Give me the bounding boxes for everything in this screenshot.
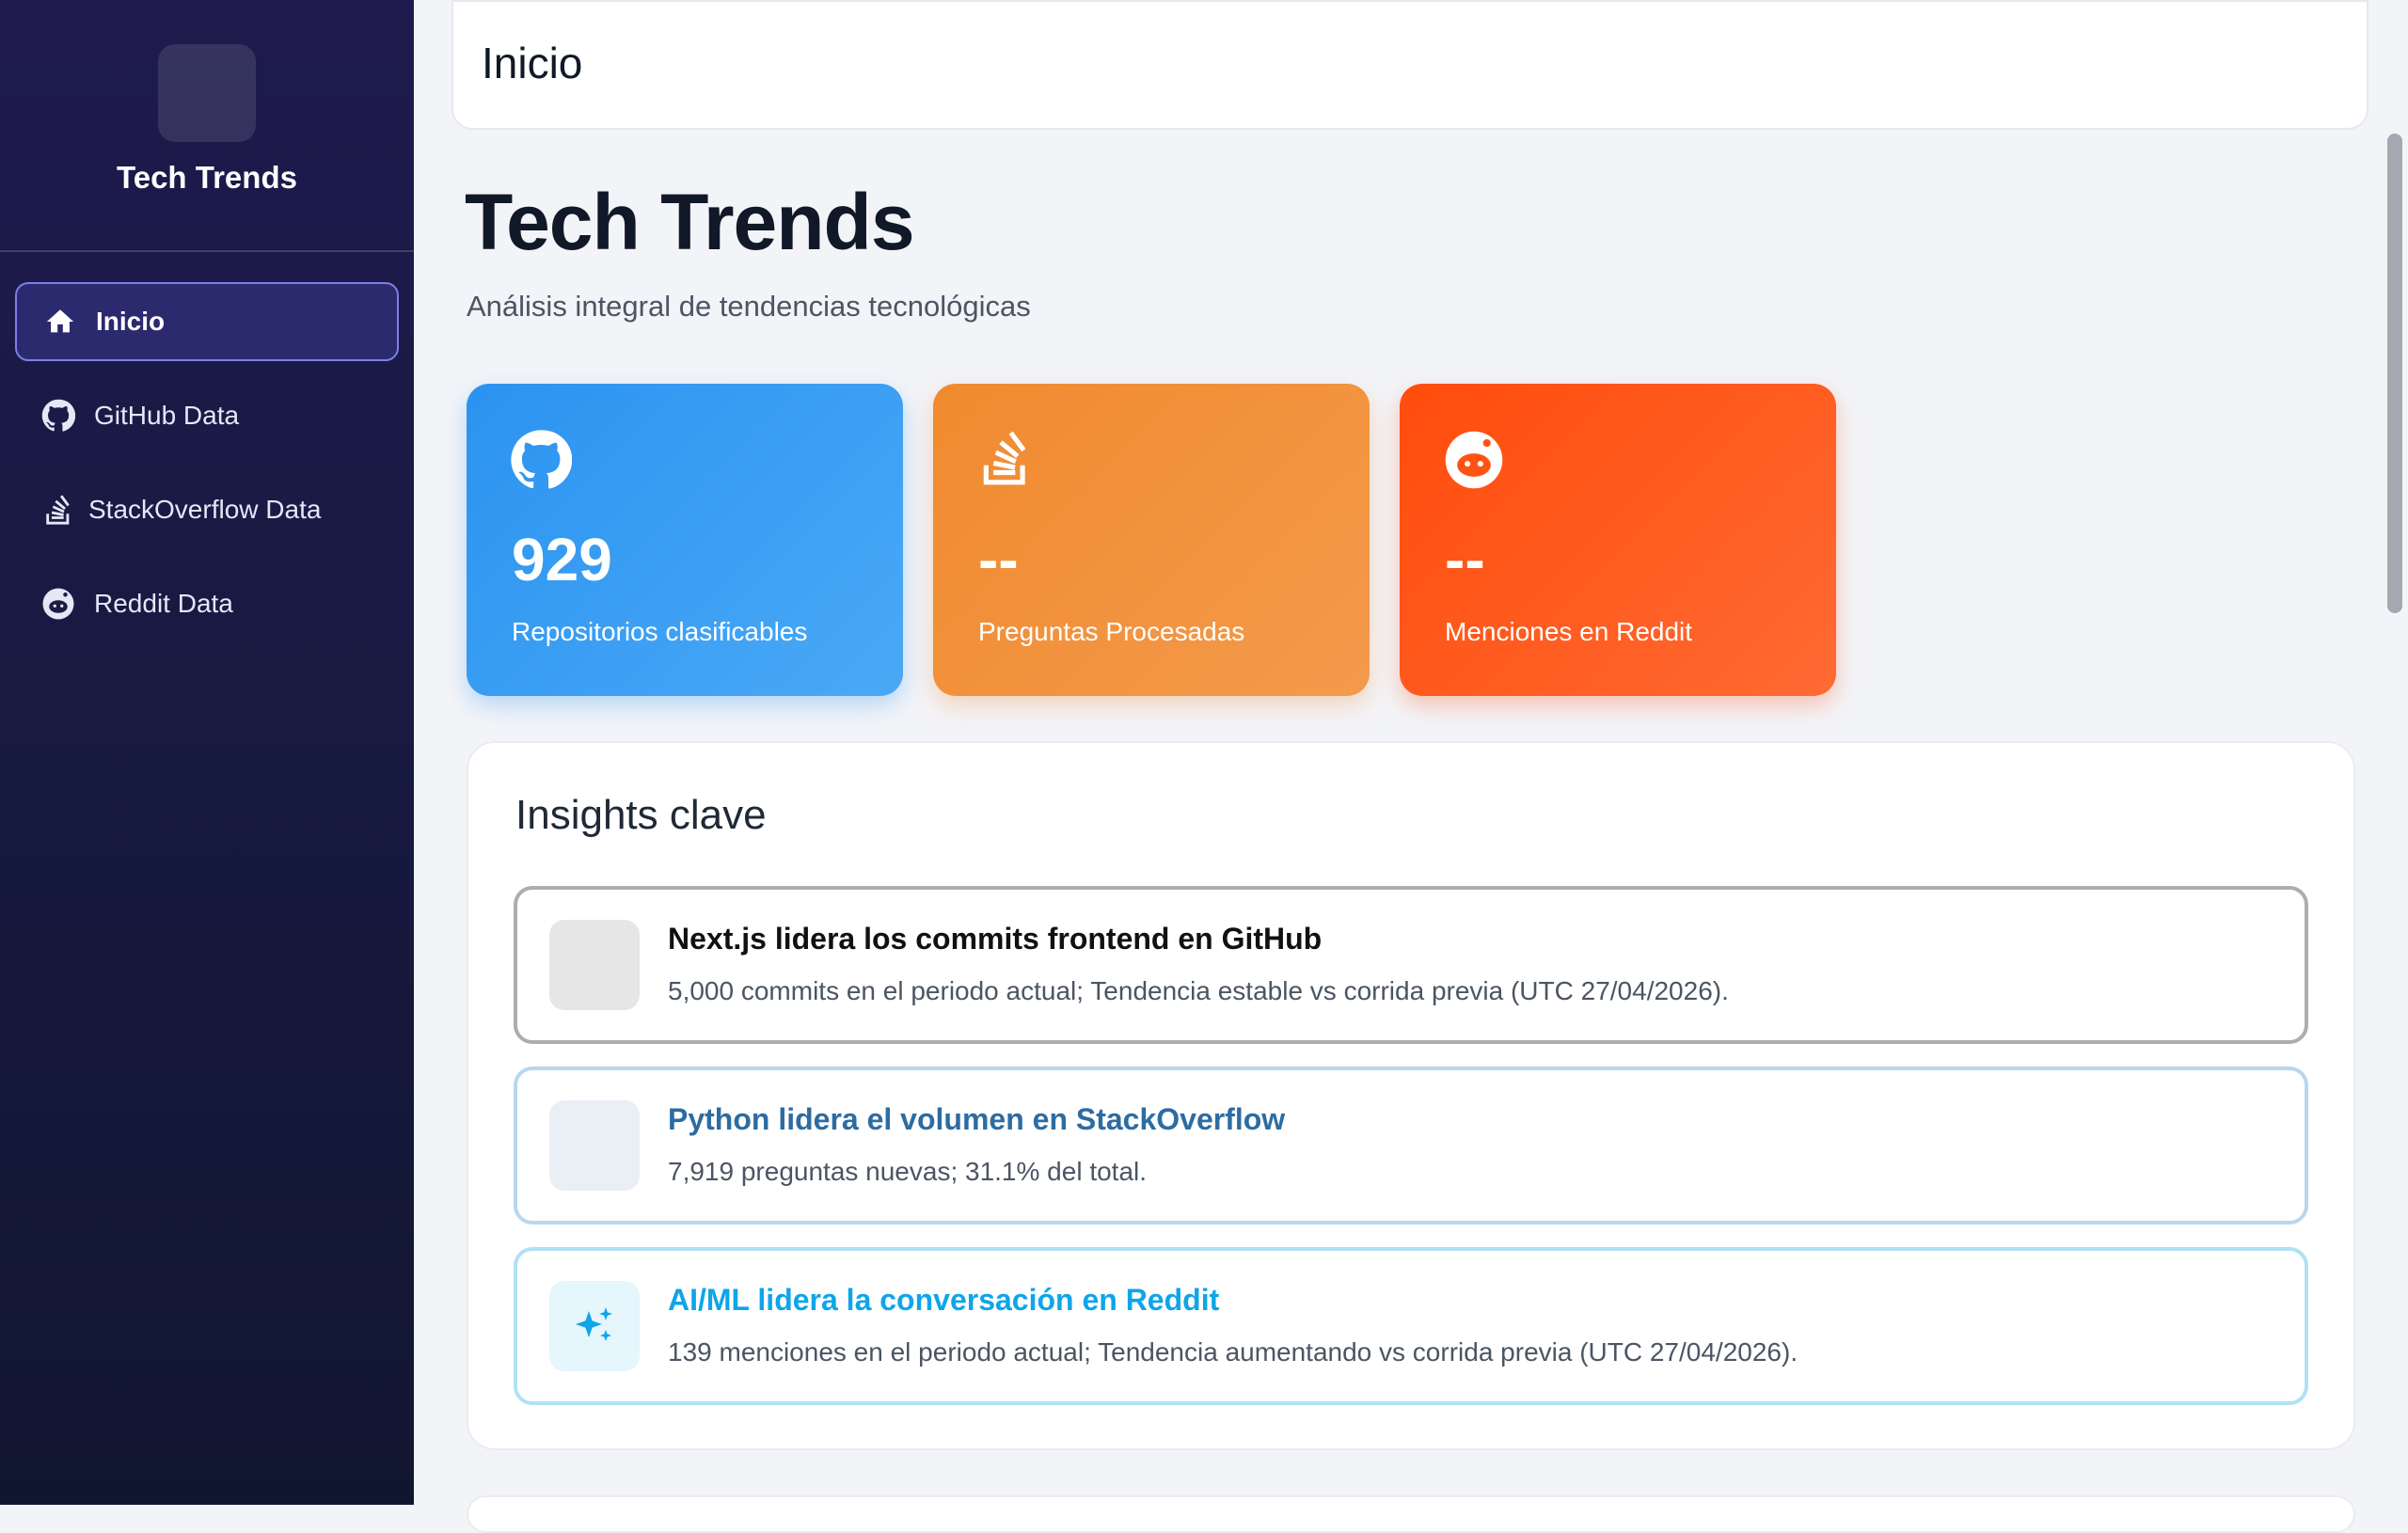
page-title: Tech Trends (465, 178, 915, 266)
stat-label: Repositorios clasificables (512, 617, 808, 646)
stat-value: 929 (512, 526, 612, 593)
insight-card-reddit[interactable]: AI/ML lidera la conversación en Reddit 1… (514, 1247, 2308, 1405)
brand-name: Tech Trends (117, 160, 297, 195)
sidebar-item-inicio[interactable]: Inicio (15, 282, 399, 361)
sidebar-nav: Inicio GitHub Data StackOverflow Data Re… (15, 282, 399, 658)
insight-description: 139 menciones en el periodo actual; Tend… (668, 1337, 1798, 1367)
insight-title: Next.js lidera los commits frontend en G… (668, 922, 1323, 956)
stackoverflow-icon (40, 491, 77, 529)
insight-card-github[interactable]: Next.js lidera los commits frontend en G… (514, 886, 2308, 1044)
stat-value: -- (1445, 526, 1485, 593)
app-logo (158, 44, 256, 142)
topbar: Inicio (452, 0, 2368, 130)
sidebar-item-label: StackOverflow Data (88, 495, 322, 524)
insight-title: Python lidera el volumen en StackOverflo… (668, 1102, 1286, 1136)
sidebar-item-label: Reddit Data (94, 589, 233, 618)
insight-icon-placeholder (549, 920, 640, 1010)
stackoverflow-icon (976, 429, 1042, 495)
sidebar-divider (0, 250, 414, 252)
insight-description: 5,000 commits en el periodo actual; Tend… (668, 976, 1729, 1005)
home-icon (41, 303, 79, 340)
sparkles-icon (549, 1281, 640, 1371)
reddit-icon (1443, 429, 1509, 495)
sidebar-item-label: Inicio (96, 307, 166, 336)
reddit-icon (40, 585, 77, 623)
github-icon (40, 397, 77, 435)
sidebar-item-stackoverflow-data[interactable]: StackOverflow Data (15, 470, 399, 549)
sidebar-item-reddit-data[interactable]: Reddit Data (15, 564, 399, 643)
topbar-title: Inicio (482, 39, 583, 87)
page-subtitle: Análisis integral de tendencias tecnológ… (467, 290, 1031, 323)
insight-description: 7,919 preguntas nuevas; 31.1% del total. (668, 1157, 1148, 1186)
stat-card-reddit: -- Menciones en Reddit (1400, 384, 1836, 696)
insight-icon-placeholder (549, 1100, 640, 1191)
stat-label: Preguntas Procesadas (978, 617, 1245, 646)
insights-panel: Insights clave Next.js lidera los commit… (467, 741, 2355, 1450)
sidebar: Tech Trends Inicio GitHub Data StackOver… (0, 0, 414, 1505)
sidebar-item-label: GitHub Data (94, 401, 240, 430)
scrollbar-thumb[interactable] (2387, 134, 2402, 613)
insight-title: AI/ML lidera la conversación en Reddit (668, 1283, 1220, 1317)
stat-card-github: 929 Repositorios clasificables (467, 384, 903, 696)
stat-label: Menciones en Reddit (1445, 617, 1693, 646)
stat-value: -- (978, 526, 1019, 593)
next-panel (467, 1495, 2355, 1533)
github-icon (510, 429, 576, 495)
stat-card-stackoverflow: -- Preguntas Procesadas (933, 384, 1370, 696)
sidebar-item-github-data[interactable]: GitHub Data (15, 376, 399, 455)
insights-title: Insights clave (515, 792, 767, 838)
insight-card-stackoverflow[interactable]: Python lidera el volumen en StackOverflo… (514, 1067, 2308, 1225)
